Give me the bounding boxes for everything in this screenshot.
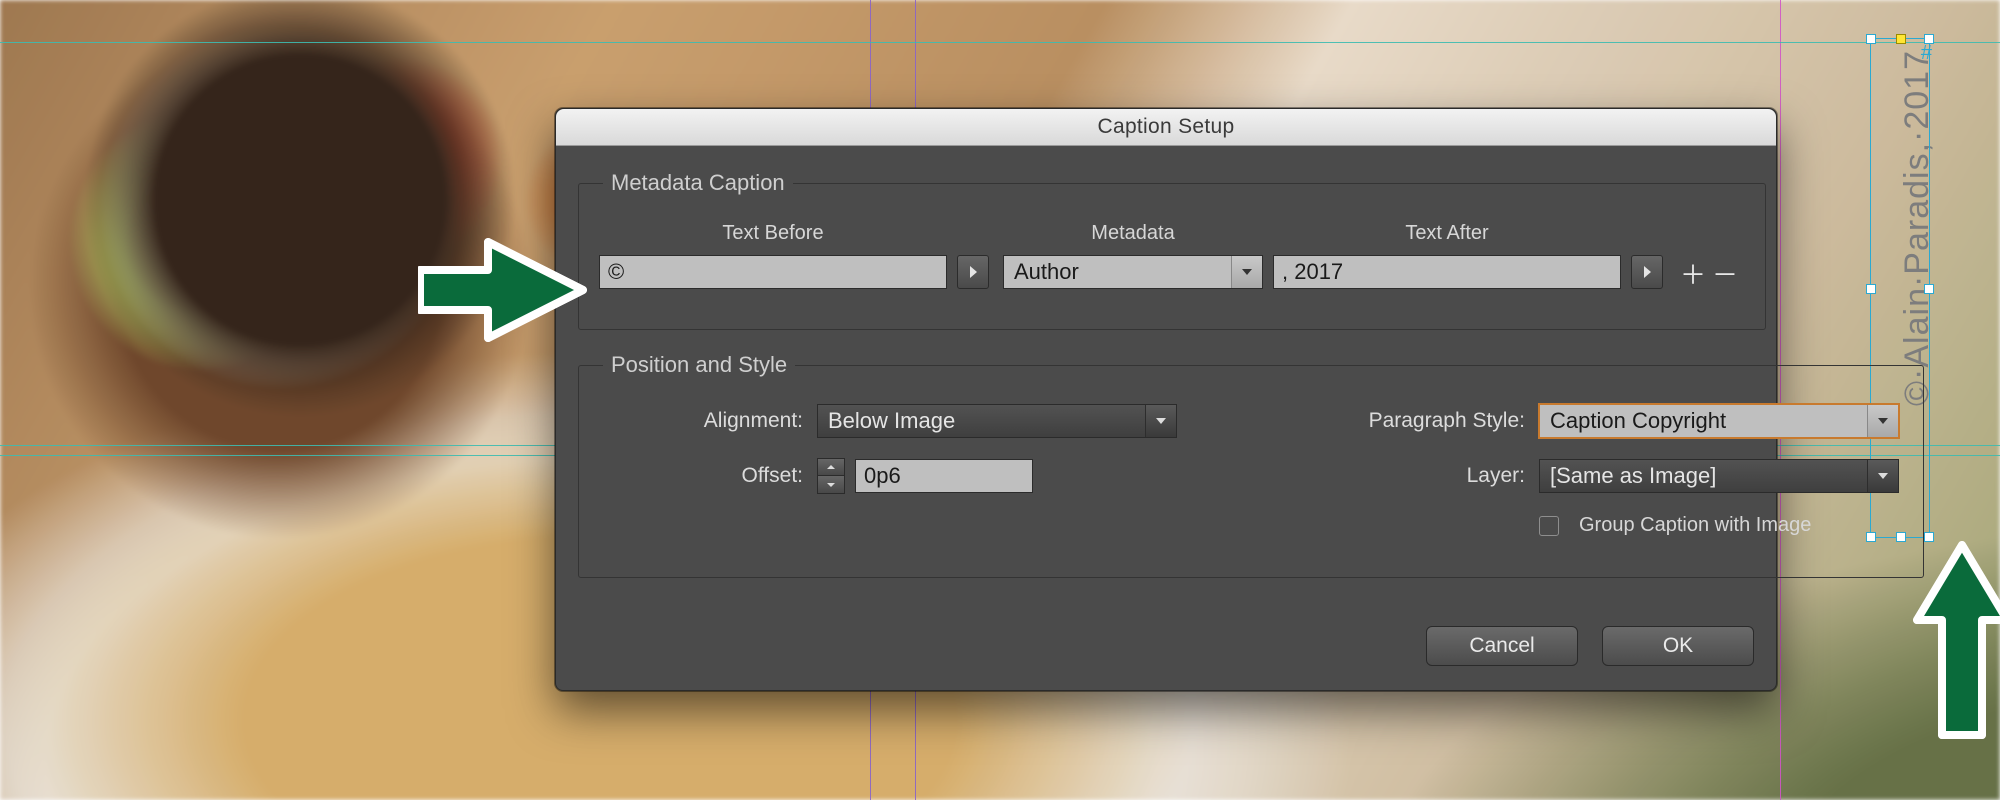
metadata-caption-legend: Metadata Caption [603, 170, 793, 196]
frame-handle[interactable] [1924, 284, 1934, 294]
offset-step-down[interactable] [818, 476, 844, 493]
offset-input[interactable] [855, 459, 1033, 493]
chevron-down-icon [1231, 256, 1262, 288]
chevron-down-icon [826, 482, 836, 488]
paragraph-style-select[interactable]: Caption Copyright [1539, 404, 1899, 438]
text-after-label: Text After [1405, 222, 1488, 245]
frame-handle[interactable] [1866, 284, 1876, 294]
group-caption-row[interactable]: Group Caption with Image [1539, 514, 1899, 537]
minus-icon: － [1712, 255, 1738, 292]
metadata-label: Metadata [1091, 222, 1174, 245]
offset-label: Offset: [603, 464, 803, 488]
group-caption-label: Group Caption with Image [1579, 514, 1811, 537]
text-before-input[interactable] [599, 255, 947, 289]
frame-handle[interactable] [1896, 34, 1906, 44]
caption-setup-dialog: Caption Setup Metadata Caption Text Befo… [555, 108, 1777, 691]
layer-label: Layer: [1295, 464, 1525, 488]
position-style-group: Position and Style Alignment: Below Imag… [578, 352, 1924, 578]
chevron-up-icon [826, 464, 836, 470]
group-caption-checkbox[interactable] [1539, 516, 1559, 536]
alignment-label: Alignment: [603, 409, 803, 433]
text-after-special-menu[interactable] [1631, 255, 1663, 289]
frame-handle[interactable] [1924, 34, 1934, 44]
metadata-caption-group: Metadata Caption Text Before Metadata Au… [578, 170, 1766, 330]
layer-select-value: [Same as Image] [1550, 463, 1716, 489]
remove-row-button[interactable]: － [1709, 257, 1741, 289]
text-before-special-menu[interactable] [957, 255, 989, 289]
frame-handle[interactable] [1866, 34, 1876, 44]
frame-handle[interactable] [1924, 532, 1934, 542]
chevron-down-icon [1145, 405, 1176, 437]
metadata-select-value: Author [1014, 259, 1079, 285]
ok-button[interactable]: OK [1602, 626, 1754, 666]
chevron-down-icon [1867, 405, 1898, 437]
paragraph-style-label: Paragraph Style: [1295, 409, 1525, 433]
plus-icon: ＋ [1680, 255, 1706, 292]
ruler-guide [0, 42, 2000, 43]
position-style-legend: Position and Style [603, 352, 795, 378]
alignment-select[interactable]: Below Image [817, 404, 1177, 438]
triangle-right-icon [968, 265, 978, 279]
text-before-label: Text Before [722, 222, 823, 245]
layer-select[interactable]: [Same as Image] [1539, 459, 1899, 493]
offset-stepper[interactable] [817, 458, 845, 494]
text-after-input[interactable] [1273, 255, 1621, 289]
offset-step-up[interactable] [818, 459, 844, 476]
cancel-button[interactable]: Cancel [1426, 626, 1578, 666]
dialog-title: Caption Setup [556, 109, 1776, 146]
add-row-button[interactable]: ＋ [1677, 257, 1709, 289]
metadata-select[interactable]: Author [1003, 255, 1263, 289]
paragraph-style-select-value: Caption Copyright [1550, 408, 1726, 434]
chevron-down-icon [1867, 460, 1898, 492]
triangle-right-icon [1642, 265, 1652, 279]
alignment-select-value: Below Image [828, 408, 955, 434]
